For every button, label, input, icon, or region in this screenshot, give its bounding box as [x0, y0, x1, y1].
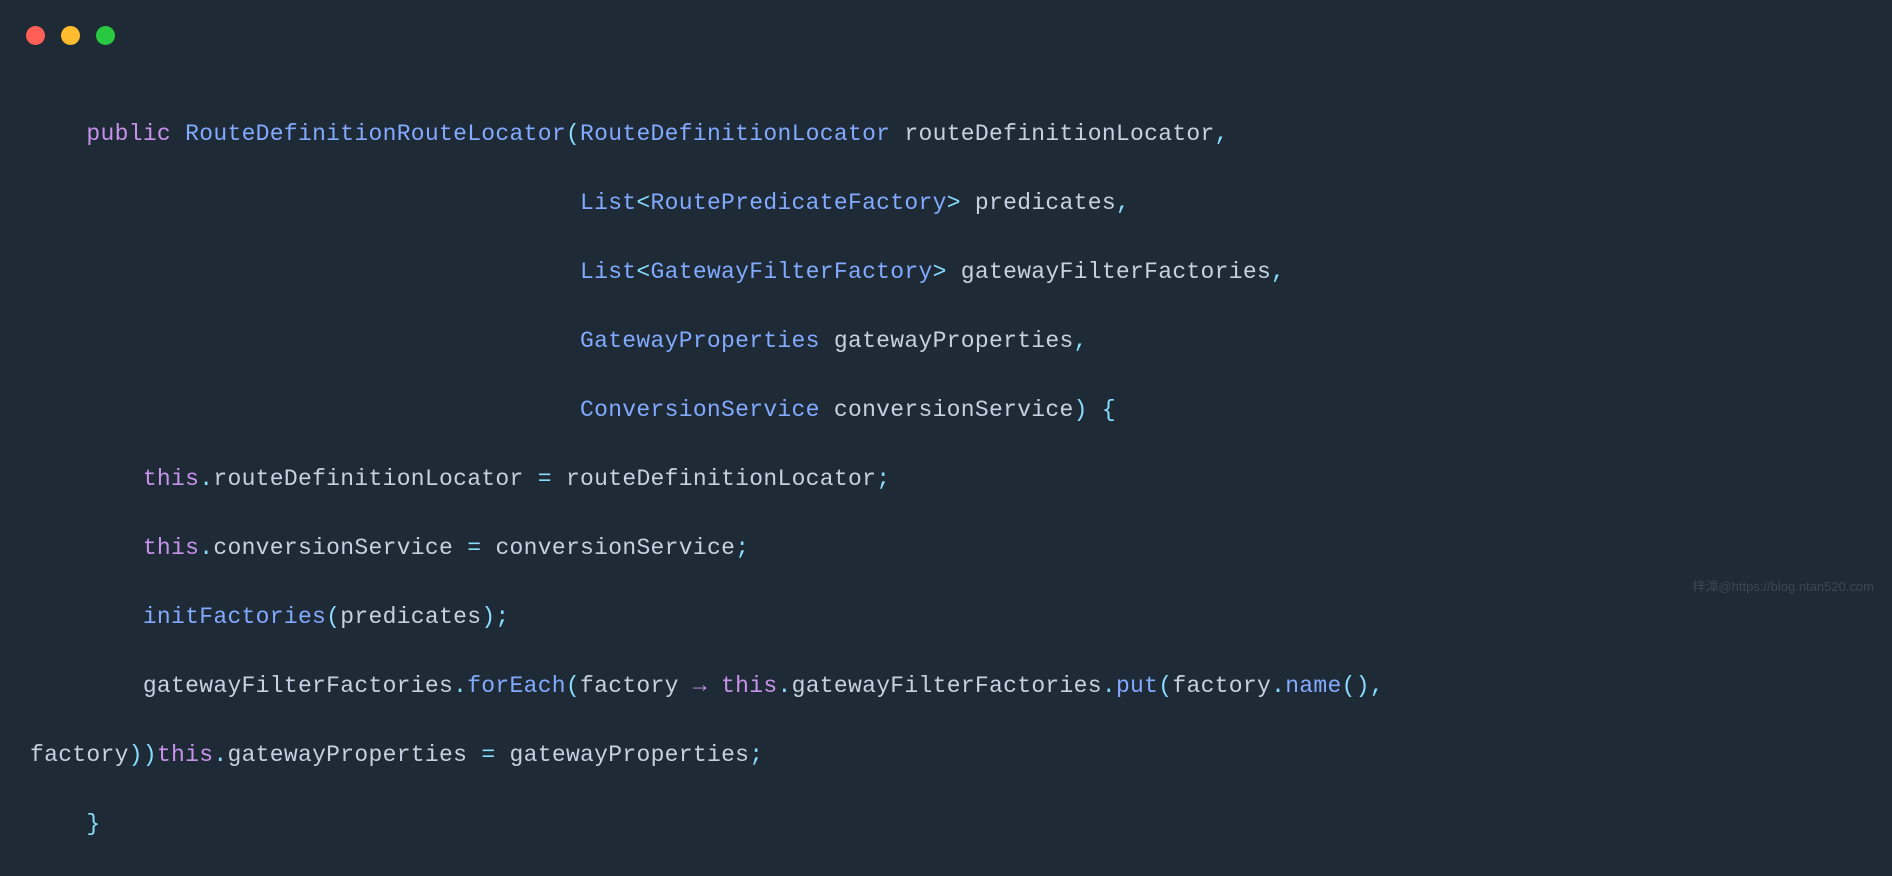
dot: .: [213, 742, 227, 768]
keyword-this: this: [721, 673, 777, 699]
param-name: gatewayProperties: [834, 328, 1074, 354]
indent: [30, 190, 580, 216]
field-name: routeDefinitionLocator: [213, 466, 523, 492]
semicolon: ;: [749, 742, 763, 768]
semicolon: ;: [876, 466, 890, 492]
param-name: predicates: [975, 190, 1116, 216]
var-name: gatewayProperties: [510, 742, 750, 768]
comma: ,: [1116, 190, 1130, 216]
angle-close: >: [947, 190, 961, 216]
brace-close: }: [86, 811, 100, 837]
indent: [30, 466, 143, 492]
code-line: List<GatewayFilterFactory> gatewayFilter…: [30, 255, 1892, 290]
angle-close: >: [933, 259, 947, 285]
code-line: ConversionService conversionService) {: [30, 393, 1892, 428]
dot: .: [453, 673, 467, 699]
semicolon: ;: [735, 535, 749, 561]
var-name: gatewayFilterFactories: [143, 673, 453, 699]
arg-name: predicates: [340, 604, 481, 630]
paren-open: (: [1158, 673, 1172, 699]
code-line: this.routeDefinitionLocator = routeDefin…: [30, 462, 1892, 497]
maximize-icon[interactable]: [96, 26, 115, 45]
paren-open: (: [326, 604, 340, 630]
method-call: forEach: [467, 673, 566, 699]
arrow-icon: →: [693, 673, 707, 699]
field-name: conversionService: [213, 535, 453, 561]
code-line: List<RoutePredicateFactory> predicates,: [30, 186, 1892, 221]
keyword-this: this: [143, 535, 199, 561]
keyword-this: this: [157, 742, 213, 768]
brace-open: {: [1102, 397, 1116, 423]
method-call: name: [1285, 673, 1341, 699]
generic-type: GatewayFilterFactory: [651, 259, 933, 285]
angle-open: <: [636, 259, 650, 285]
code-line: initFactories(predicates);: [30, 600, 1892, 635]
paren-open: (: [566, 121, 580, 147]
comma: ,: [1370, 673, 1384, 699]
code-line: public RouteDefinitionRouteLocator(Route…: [30, 117, 1892, 152]
minimize-icon[interactable]: [61, 26, 80, 45]
watermark-text: 梓漳@https://blog.ntan520.com: [1692, 577, 1874, 597]
indent: [30, 811, 86, 837]
window-controls: [26, 26, 115, 45]
equals: =: [538, 466, 552, 492]
dot: .: [199, 535, 213, 561]
param-type: List: [580, 190, 636, 216]
generic-type: RoutePredicateFactory: [651, 190, 947, 216]
paren-close: ): [129, 742, 143, 768]
angle-open: <: [636, 190, 650, 216]
param-type: ConversionService: [580, 397, 820, 423]
paren-open: (: [1342, 673, 1356, 699]
dot: .: [777, 673, 791, 699]
param-name: routeDefinitionLocator: [904, 121, 1214, 147]
param-name: gatewayFilterFactories: [961, 259, 1271, 285]
indent: [30, 673, 143, 699]
lambda-param: factory: [580, 673, 679, 699]
equals: =: [481, 742, 495, 768]
code-line: gatewayFilterFactories.forEach(factory →…: [30, 669, 1892, 704]
field-name: gatewayProperties: [227, 742, 467, 768]
equals: =: [467, 535, 481, 561]
comma: ,: [1074, 328, 1088, 354]
param-type: RouteDefinitionLocator: [580, 121, 890, 147]
paren-close: ): [481, 604, 495, 630]
arg-name: factory: [30, 742, 129, 768]
var-name: routeDefinitionLocator: [566, 466, 876, 492]
indent: [30, 328, 580, 354]
code-line: this.conversionService = conversionServi…: [30, 531, 1892, 566]
indent: [30, 259, 580, 285]
comma: ,: [1271, 259, 1285, 285]
comma: ,: [1215, 121, 1229, 147]
code-line: factory))this.gatewayProperties = gatewa…: [30, 738, 1892, 773]
paren-close: ): [143, 742, 157, 768]
dot: .: [199, 466, 213, 492]
semicolon: ;: [495, 604, 509, 630]
code-block: public RouteDefinitionRouteLocator(Route…: [0, 0, 1892, 876]
paren-open: (: [566, 673, 580, 699]
keyword-public: public: [86, 121, 171, 147]
code-line: GatewayProperties gatewayProperties,: [30, 324, 1892, 359]
param-type: List: [580, 259, 636, 285]
close-icon[interactable]: [26, 26, 45, 45]
method-call: put: [1116, 673, 1158, 699]
indent: [30, 397, 580, 423]
field-name: gatewayFilterFactories: [792, 673, 1102, 699]
indent: [30, 535, 143, 561]
keyword-this: this: [143, 466, 199, 492]
param-type: GatewayProperties: [580, 328, 820, 354]
paren-close: ): [1356, 673, 1370, 699]
dot: .: [1102, 673, 1116, 699]
constructor-name: RouteDefinitionRouteLocator: [185, 121, 566, 147]
indent: [30, 604, 143, 630]
var-name: conversionService: [495, 535, 735, 561]
indent: [30, 121, 86, 147]
code-line: }: [30, 807, 1892, 842]
paren-close: ): [1074, 397, 1088, 423]
arg-name: factory: [1172, 673, 1271, 699]
param-name: conversionService: [834, 397, 1074, 423]
dot: .: [1271, 673, 1285, 699]
method-call: initFactories: [143, 604, 326, 630]
